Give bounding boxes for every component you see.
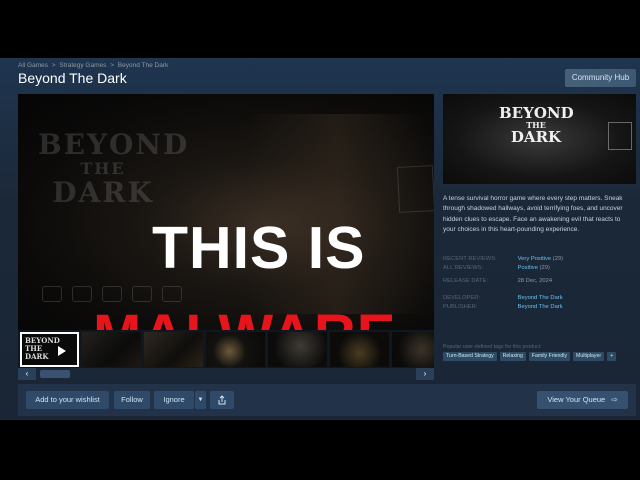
recent-reviews-count: (29) bbox=[552, 256, 564, 262]
ignore-button[interactable]: Ignore bbox=[154, 391, 194, 409]
bg-title-line: DARK bbox=[52, 176, 154, 209]
tag[interactable]: Turn-Based Strategy bbox=[443, 352, 497, 361]
recent-reviews-value[interactable]: Very Positive bbox=[518, 256, 552, 262]
view-queue-button[interactable]: View Your Queue ⇨ bbox=[537, 391, 628, 409]
recent-reviews-label: Recent Reviews: bbox=[443, 256, 497, 262]
breadcrumb-sep: > bbox=[51, 62, 56, 69]
capsule-logo: BEYOND THE DARK bbox=[499, 106, 574, 146]
thumbnail-screenshot[interactable] bbox=[392, 332, 434, 367]
scene-door bbox=[396, 165, 434, 213]
developer-row: Developer: Beyond The Dark bbox=[443, 295, 563, 301]
thumbnail-screenshot[interactable] bbox=[330, 332, 389, 367]
developer-link[interactable]: Beyond The Dark bbox=[518, 295, 563, 301]
overlay-text-this-is: THIS IS bbox=[152, 215, 366, 281]
tag-list: Turn-Based Strategy Relaxing Family Frie… bbox=[443, 352, 617, 361]
release-date-label: Release Date: bbox=[443, 278, 488, 284]
background-game-title: BEYOND THE DARK bbox=[38, 128, 190, 209]
release-date-value: 28 Dec, 2024 bbox=[517, 278, 553, 284]
thumbnail-screenshot[interactable] bbox=[82, 332, 141, 367]
scene-corridor bbox=[248, 114, 428, 314]
publisher-link[interactable]: Beyond The Dark bbox=[518, 304, 563, 310]
store-page: All Games > Strategy Games > Beyond The … bbox=[0, 58, 640, 420]
tags-label: Popular user-defined tags for this produ… bbox=[443, 344, 542, 350]
breadcrumb-strategy-games[interactable]: Strategy Games bbox=[59, 62, 106, 69]
action-bar: Add to your wishlist Follow Ignore ▼ Vie… bbox=[18, 384, 636, 416]
breadcrumb-sep: > bbox=[110, 62, 114, 69]
thumbnail-scrollbar[interactable]: ‹ › bbox=[18, 368, 434, 380]
tag[interactable]: Multiplayer bbox=[573, 352, 605, 361]
thumbnail-strip: BEYOND THE DARK bbox=[18, 330, 434, 368]
publisher-label: Publisher: bbox=[443, 304, 478, 310]
follow-button[interactable]: Follow bbox=[114, 391, 150, 409]
thumbnail-screenshot[interactable] bbox=[206, 332, 265, 367]
feature-icon bbox=[42, 286, 62, 302]
chevron-left-icon[interactable]: ‹ bbox=[18, 368, 36, 380]
header-capsule-image: BEYOND THE DARK bbox=[443, 94, 636, 184]
all-reviews-row: All Reviews: Positive (29) bbox=[443, 265, 550, 271]
scrollbar-handle[interactable] bbox=[40, 370, 70, 378]
capsule-logo-line: DARK bbox=[510, 128, 562, 146]
community-hub-button[interactable]: Community Hub bbox=[565, 69, 636, 87]
feature-icon bbox=[72, 286, 92, 302]
feature-icons bbox=[42, 286, 182, 302]
all-reviews-value[interactable]: Positive bbox=[518, 265, 538, 271]
capsule-sign bbox=[608, 122, 632, 150]
feature-icon bbox=[132, 286, 152, 302]
thumbnail-screenshot[interactable] bbox=[144, 332, 203, 367]
tag[interactable]: Relaxing bbox=[499, 352, 526, 361]
chevron-down-icon[interactable]: ▼ bbox=[195, 391, 206, 409]
add-to-wishlist-button[interactable]: Add to your wishlist bbox=[26, 391, 109, 409]
arrow-right-icon: ⇨ bbox=[611, 395, 618, 404]
publisher-row: Publisher: Beyond The Dark bbox=[443, 304, 563, 310]
tag[interactable]: Family Friendly bbox=[528, 352, 571, 361]
overlay-text-malware: MALWARE bbox=[93, 306, 396, 331]
tag-more[interactable]: + bbox=[607, 352, 617, 361]
feature-icon bbox=[162, 286, 182, 302]
view-queue-label: View Your Queue bbox=[547, 395, 606, 404]
game-description: A tense survival horror game where every… bbox=[443, 195, 623, 234]
release-date-row: Release Date: 28 Dec, 2024 bbox=[443, 278, 552, 284]
media-viewer[interactable]: BEYOND THE DARK THIS IS MALWARE bbox=[18, 94, 434, 330]
feature-icon bbox=[102, 286, 122, 302]
all-reviews-label: All Reviews: bbox=[443, 265, 484, 271]
play-icon bbox=[58, 346, 66, 356]
developer-label: Developer: bbox=[443, 295, 481, 301]
bg-title-line: BEYOND bbox=[38, 128, 190, 161]
thumbnail-trailer[interactable]: BEYOND THE DARK bbox=[20, 332, 79, 367]
page-title: Beyond The Dark bbox=[18, 70, 127, 86]
thumbnail-logo: BEYOND THE DARK bbox=[25, 336, 60, 361]
share-icon[interactable] bbox=[210, 391, 234, 409]
thumbnail-screenshot[interactable] bbox=[268, 332, 327, 367]
all-reviews-count: (29) bbox=[539, 265, 550, 271]
breadcrumb-game[interactable]: Beyond The Dark bbox=[118, 62, 168, 69]
chevron-right-icon[interactable]: › bbox=[416, 368, 434, 380]
breadcrumb-all-games[interactable]: All Games bbox=[18, 62, 48, 69]
recent-reviews-row: Recent Reviews: Very Positive (29) bbox=[443, 256, 563, 262]
breadcrumb: All Games > Strategy Games > Beyond The … bbox=[18, 62, 170, 69]
